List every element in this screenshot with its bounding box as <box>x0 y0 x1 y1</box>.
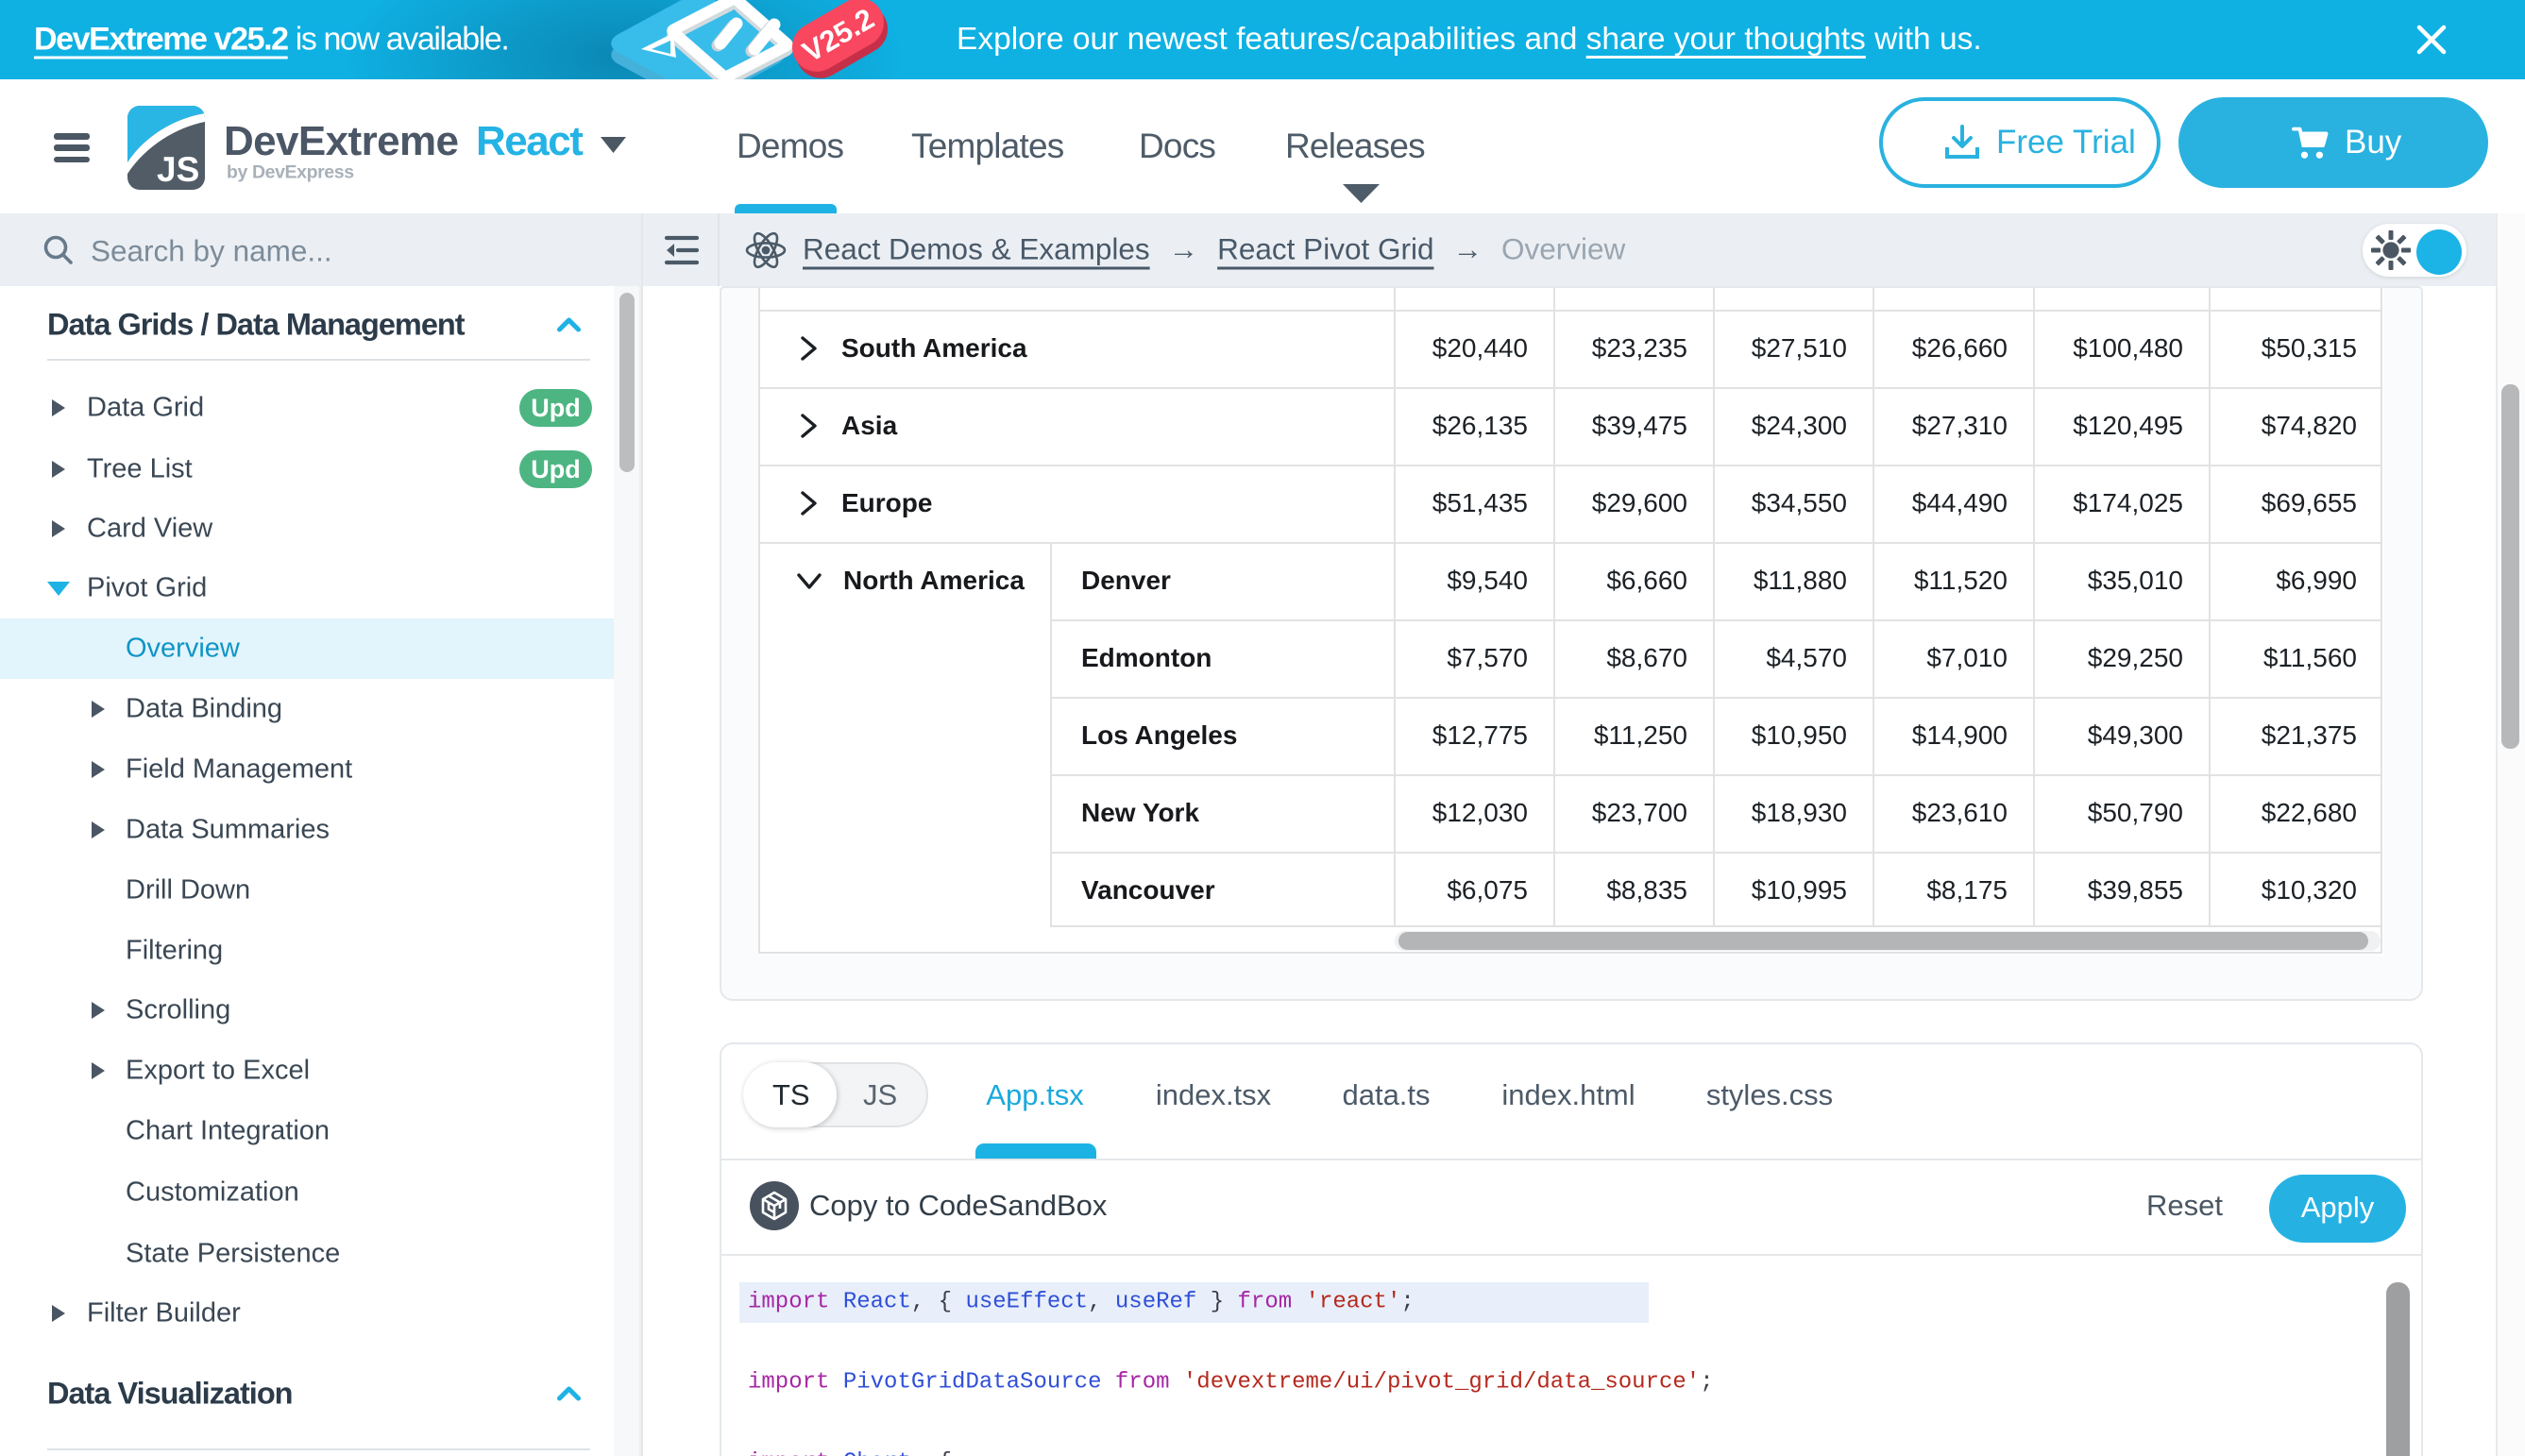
svg-text:JS: JS <box>157 150 199 189</box>
